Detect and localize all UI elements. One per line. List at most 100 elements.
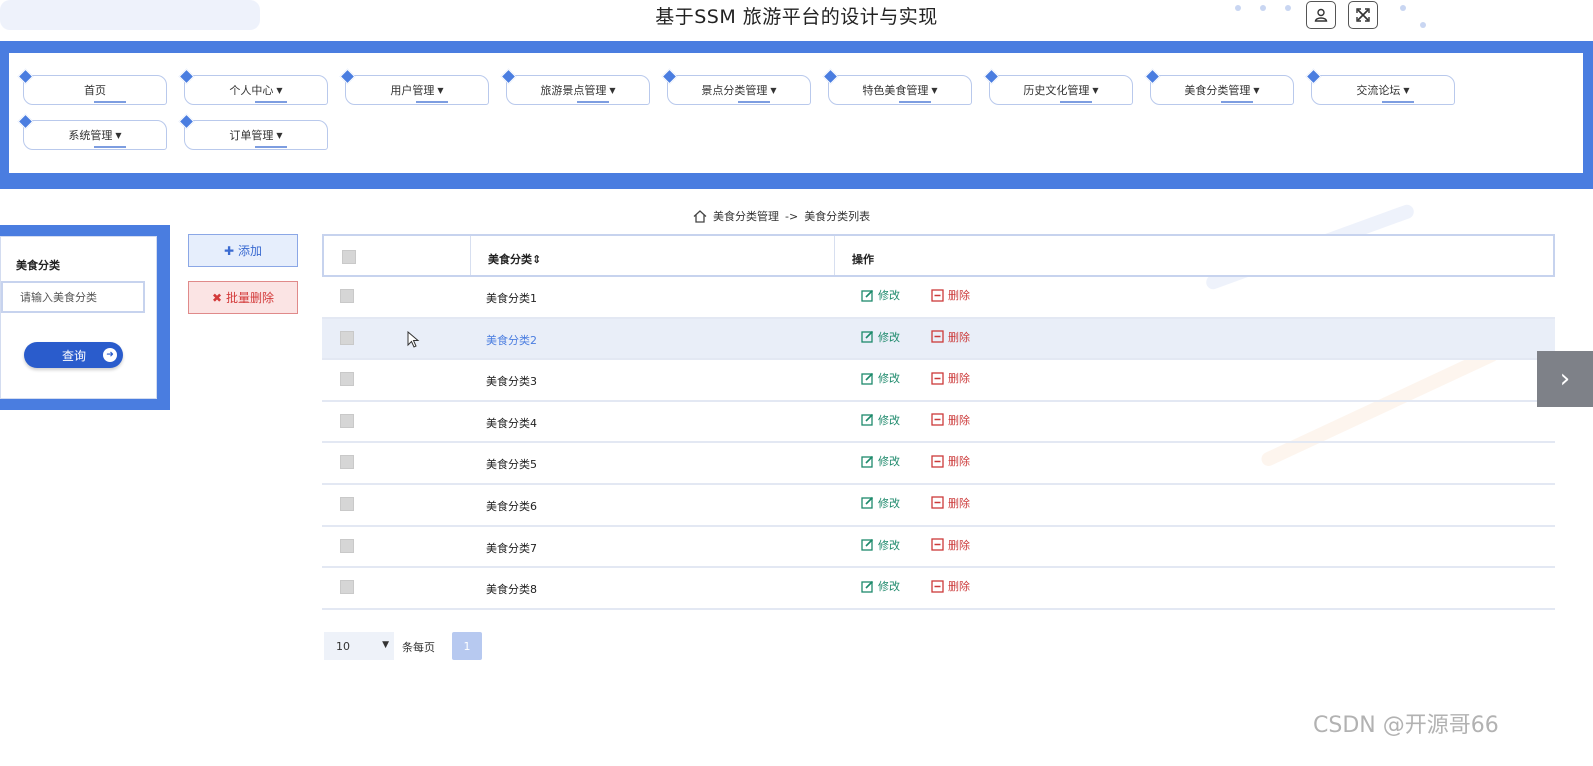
page-number-current[interactable]: 1: [452, 632, 482, 660]
nav-row-1: 首页 个人中心 ▼ 用户管理 ▼ 旅游景点管理 ▼ 景点分类管理 ▼ 特色美食管理 ▼ 历…: [17, 68, 1455, 105]
edit-link[interactable]: 修改: [861, 537, 900, 553]
row-checkbox[interactable]: [340, 580, 354, 595]
edit-link[interactable]: 修改: [861, 453, 900, 469]
edit-link[interactable]: 修改: [861, 578, 900, 594]
row-checkbox[interactable]: [340, 413, 354, 428]
nav-item-history-culture-management[interactable]: 历史文化管理 ▼: [983, 68, 1133, 105]
breadcrumb-section[interactable]: 美食分类管理: [713, 208, 779, 224]
diamond-icon: [17, 113, 34, 130]
nav-underline: [255, 146, 287, 148]
table-row[interactable]: 美食分类2 修改 删除: [322, 318, 1555, 361]
user-button[interactable]: [1306, 1, 1336, 29]
row-checkbox[interactable]: [340, 289, 354, 303]
nav-item-food-category-management[interactable]: 美食分类管理 ▼: [1144, 68, 1294, 105]
nav-row-2: 系统管理 ▼ 订单管理 ▼: [17, 113, 328, 150]
x-icon: ✖: [211, 290, 223, 305]
nav-item-user-management[interactable]: 用户管理 ▼: [339, 68, 489, 105]
nav-item-label: 系统管理: [68, 129, 113, 142]
nav-item-system-management[interactable]: 系统管理 ▼: [17, 113, 167, 150]
row-checkbox[interactable]: [340, 538, 354, 553]
nav-menu: 首页 个人中心 ▼ 用户管理 ▼ 旅游景点管理 ▼ 景点分类管理 ▼ 特色美食管理 ▼ 历…: [9, 53, 1583, 173]
edit-link[interactable]: 修改: [861, 329, 900, 345]
caret-down-icon: ▼: [931, 85, 938, 95]
column-divider: [470, 236, 471, 275]
edit-link-label: 修改: [878, 372, 900, 386]
table-row[interactable]: 美食分类5 修改 删除: [322, 443, 1555, 485]
edit-icon: [861, 289, 874, 302]
sort-icon: ⇕: [532, 253, 542, 266]
delete-link[interactable]: 删除: [931, 370, 970, 386]
nav-item-scenic-spot-management[interactable]: 旅游景点管理 ▼: [500, 68, 650, 105]
row-checkbox[interactable]: [340, 330, 354, 345]
food-category-name: 美食分类4: [486, 416, 537, 430]
nav-underline: [94, 146, 126, 148]
delete-link[interactable]: 删除: [931, 578, 970, 594]
delete-link[interactable]: 删除: [931, 287, 970, 303]
column-header-food-category[interactable]: 美食分类⇕: [488, 251, 541, 267]
edit-link-label: 修改: [878, 580, 900, 594]
table-body: 美食分类1 修改 删除 美食分类2 修改 删除 美食分类3 修改 删除 美食分类4 修改 删除 美食分类…: [322, 277, 1555, 610]
diamond-icon: [500, 68, 517, 85]
arrow-right-icon: ➜: [103, 348, 117, 362]
row-checkbox[interactable]: [340, 455, 354, 470]
nav-item-label: 景点分类管理: [701, 84, 768, 97]
edit-link[interactable]: 修改: [861, 287, 900, 303]
caret-down-icon: ▼: [1403, 85, 1410, 95]
table-header: 美食分类⇕ 操作: [322, 234, 1555, 277]
edit-link[interactable]: 修改: [861, 412, 900, 428]
table-row[interactable]: 美食分类4 修改 删除: [322, 402, 1555, 444]
row-checkbox[interactable]: [340, 372, 354, 387]
delete-link[interactable]: 删除: [931, 329, 970, 345]
caret-down-icon: ▼: [437, 85, 444, 95]
user-icon: [1314, 8, 1328, 22]
diamond-icon: [178, 113, 195, 130]
edit-icon: [861, 497, 874, 510]
edit-icon: [861, 414, 874, 426]
edit-link[interactable]: 修改: [861, 495, 900, 511]
caret-down-icon: ▼: [276, 130, 283, 140]
fullscreen-button[interactable]: [1348, 1, 1378, 29]
delete-link-label: 删除: [948, 580, 970, 594]
per-page-label: 条每页: [402, 641, 435, 654]
nav-item-spot-category-management[interactable]: 景点分类管理 ▼: [661, 68, 811, 105]
nav-item-specialty-food-management[interactable]: 特色美食管理 ▼: [822, 68, 972, 105]
table-row[interactable]: 美食分类3 修改 删除: [322, 360, 1555, 402]
search-input[interactable]: [1, 281, 145, 313]
delete-link[interactable]: 删除: [931, 495, 970, 511]
nav-item-label: 特色美食管理: [862, 84, 929, 97]
table-row[interactable]: 美食分类6 修改 删除: [322, 485, 1555, 527]
nav-item-forum[interactable]: 交流论坛 ▼: [1305, 68, 1455, 105]
table-row[interactable]: 美食分类7 修改 删除: [322, 527, 1555, 569]
minus-square-icon: [931, 538, 944, 551]
home-icon: [693, 209, 707, 223]
search-label: 美食分类: [16, 259, 60, 272]
diamond-icon: [339, 68, 356, 85]
diamond-icon: [661, 68, 678, 85]
batch-delete-button[interactable]: ✖ 批量删除: [188, 281, 298, 314]
caret-down-icon: ▼: [770, 85, 777, 95]
delete-link[interactable]: 删除: [931, 537, 970, 553]
caret-down-icon: ▼: [609, 85, 616, 95]
add-button-label: 添加: [238, 244, 263, 258]
nav-underline: [1060, 101, 1092, 103]
row-checkbox[interactable]: [340, 496, 354, 511]
plus-icon: ✚: [223, 243, 235, 258]
select-all-checkbox[interactable]: [342, 250, 356, 264]
next-slide-button[interactable]: ›: [1537, 351, 1593, 407]
nav-item-order-management[interactable]: 订单管理 ▼: [178, 113, 328, 150]
nav-item-personal-center[interactable]: 个人中心 ▼: [178, 68, 328, 105]
edit-link-label: 修改: [878, 289, 900, 302]
nav-item-label: 首页: [84, 84, 106, 97]
delete-link[interactable]: 删除: [931, 453, 970, 469]
page-size-value: 10: [336, 639, 350, 653]
caret-down-icon: ▼: [1253, 85, 1260, 95]
add-button[interactable]: ✚ 添加: [188, 234, 298, 267]
page-size-select[interactable]: 10 ▼: [324, 632, 394, 660]
query-button[interactable]: 查询 ➜: [24, 342, 123, 368]
nav-item-home[interactable]: 首页: [17, 68, 167, 105]
table-row[interactable]: 美食分类1 修改 删除: [322, 277, 1555, 319]
edit-link[interactable]: 修改: [861, 370, 900, 386]
delete-link[interactable]: 删除: [931, 412, 970, 428]
edit-link-label: 修改: [878, 496, 900, 510]
table-row[interactable]: 美食分类8 修改 删除: [322, 568, 1555, 610]
